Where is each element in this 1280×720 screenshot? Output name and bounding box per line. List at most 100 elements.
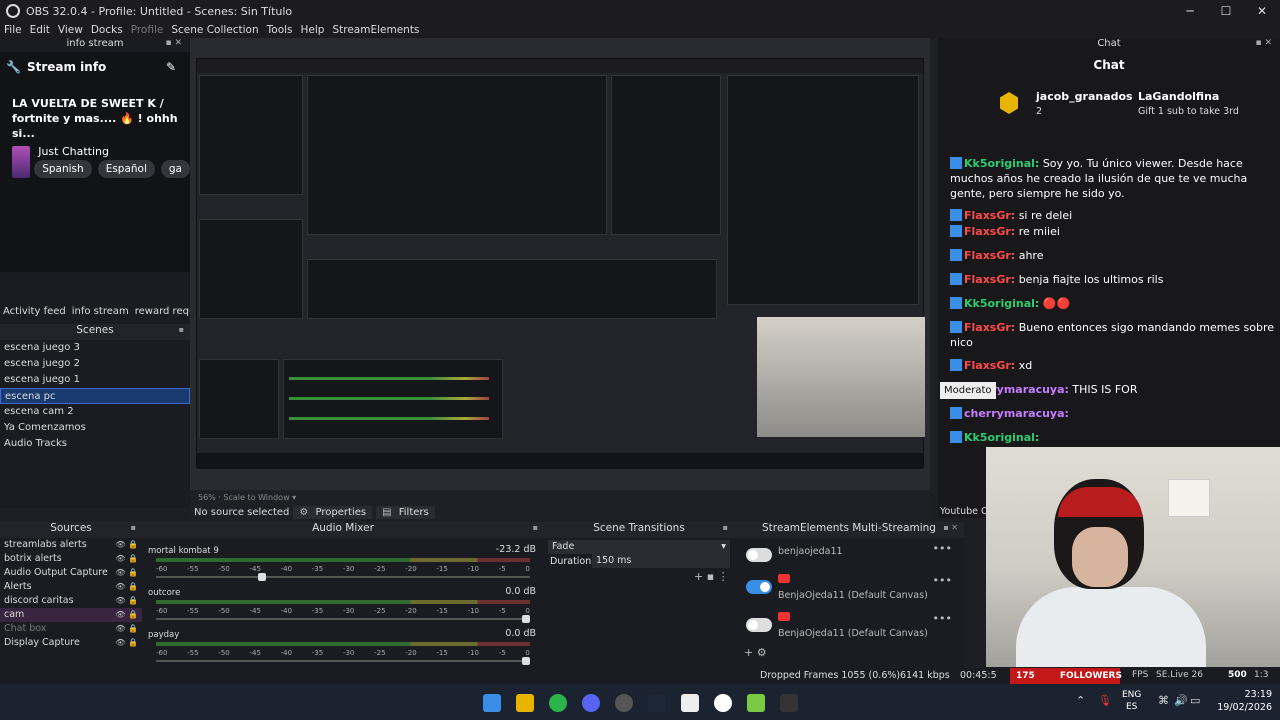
webcam-feed — [986, 447, 1280, 667]
chat-message: FlaxsGr: Bueno entonces sigo mandando me… — [950, 321, 1274, 349]
visibility-lock-icon: 👁 🔒 — [115, 610, 138, 619]
destination-name: benjaojeda11 — [778, 546, 843, 557]
epic-games-icon[interactable] — [780, 694, 798, 712]
more-options-icon[interactable]: ••• — [933, 542, 952, 555]
file-explorer-icon[interactable] — [516, 694, 534, 712]
chat-title: Chat — [1093, 58, 1125, 72]
battery-icon[interactable]: ▭ — [1190, 694, 1200, 707]
chat-message: Kk5original: 🔴🔴 — [950, 296, 1276, 311]
chrome-icon[interactable] — [549, 694, 567, 712]
meter-tick-label: -20 — [405, 565, 417, 573]
source-item[interactable]: Display Capture 👁 🔒 — [0, 636, 142, 650]
audio-mixer-header: Audio Mixer ▪ — [142, 522, 544, 538]
chat-message: cherrymaracuya: — [950, 406, 1276, 421]
tab-activity-feed[interactable]: Activity feed — [3, 306, 66, 322]
scene-item[interactable]: escena juego 1 — [0, 372, 190, 388]
duration-input[interactable]: 150 ms — [592, 554, 730, 568]
volume-slider[interactable] — [156, 573, 530, 581]
source-item[interactable]: Chat box 👁 🔒 — [0, 622, 142, 636]
windows-start-icon[interactable] — [483, 694, 501, 712]
person-shirt — [1016, 587, 1206, 667]
meter-ticks: -60 -55 -50 -45 -40 -35 -30 -25 -20 -15 -10 -5 0 — [156, 565, 530, 573]
slider-knob[interactable] — [258, 573, 267, 581]
meter-tick-label: -55 — [187, 607, 199, 615]
system-clock[interactable]: 23:19 19/02/2026 — [1217, 688, 1272, 714]
dock-close-icon[interactable]: ▪ ✕ — [165, 38, 182, 48]
scene-item[interactable]: Ya Comenzamos — [0, 420, 190, 436]
close-button[interactable]: ✕ — [1244, 0, 1280, 22]
menu-scene-collection[interactable]: Scene Collection — [171, 24, 258, 36]
add-destination-icon[interactable]: + ⚙ — [744, 646, 767, 659]
volume-slider[interactable] — [156, 657, 530, 665]
nested-stream-info — [199, 75, 303, 195]
filters-button[interactable]: ▤ Filters — [376, 505, 435, 519]
source-item[interactable]: Alerts 👁 🔒 — [0, 580, 142, 594]
preview-canvas[interactable]: 56% · Scale to Window ▾ — [190, 38, 930, 508]
steam-icon[interactable] — [648, 694, 666, 712]
tag-espanol: Español — [97, 160, 155, 178]
visibility-lock-icon: 👁 🔒 — [115, 540, 138, 549]
scene-item[interactable]: Audio Tracks — [0, 436, 190, 452]
tray-chevron-icon[interactable]: ⌃ — [1076, 694, 1085, 707]
slider-knob[interactable] — [522, 615, 530, 623]
title-bar: OBS 32.0.4 - Profile: Untitled - Scenes:… — [0, 0, 1280, 22]
menu-view[interactable]: View — [58, 24, 83, 36]
meter-tick-label: -10 — [467, 565, 479, 573]
meter-tick-label: -50 — [218, 607, 230, 615]
tab-info-stream[interactable]: info stream — [72, 306, 129, 322]
notion-icon[interactable] — [681, 694, 699, 712]
menu-file[interactable]: File — [4, 24, 22, 36]
menu-edit[interactable]: Edit — [30, 24, 50, 36]
gifter-count: 2 — [1036, 106, 1043, 117]
microphone-icon[interactable]: 🎙 — [1098, 694, 1112, 707]
scene-item-selected[interactable]: escena pc — [0, 388, 190, 404]
badge-icon — [950, 209, 962, 221]
discord-icon[interactable] — [582, 694, 600, 712]
menu-tools[interactable]: Tools — [267, 24, 293, 36]
nested-meter — [289, 377, 489, 380]
slider-knob[interactable] — [522, 657, 530, 665]
minimize-button[interactable]: ─ — [1172, 0, 1208, 22]
menu-streamelements[interactable]: StreamElements — [332, 24, 419, 36]
menu-help[interactable]: Help — [301, 24, 325, 36]
pinned-gift-banner: jacob_granados 2 LaGandolfina Gift 1 sub… — [948, 88, 1268, 122]
volume-icon[interactable]: 🔊 — [1174, 694, 1188, 707]
more-options-icon[interactable]: ••• — [933, 612, 952, 625]
source-item-selected[interactable]: cam 👁 🔒 — [0, 608, 142, 622]
chat-message: cherrymaracuya: THIS IS FOR — [950, 382, 1276, 397]
scale-mode[interactable]: Scale to Window — [223, 493, 289, 502]
meter-tick-label: -35 — [311, 649, 324, 657]
more-options-icon[interactable]: ••• — [933, 574, 952, 587]
transitions-header: Scene Transitions ▪ — [544, 522, 734, 538]
sources-header: Sources ▪ — [0, 522, 142, 538]
menu-docks[interactable]: Docks — [91, 24, 123, 36]
volume-slider[interactable] — [156, 615, 530, 623]
app-icon[interactable] — [714, 694, 732, 712]
network-icon[interactable]: ⌘ — [1158, 694, 1169, 707]
menu-profile[interactable]: Profile — [131, 24, 164, 36]
source-item[interactable]: Audio Output Capture 👁 🔒 — [0, 566, 142, 580]
scene-item[interactable]: escena cam 2 — [0, 404, 190, 420]
app-icon[interactable] — [747, 694, 765, 712]
edit-pencil-icon[interactable]: ✎ — [166, 60, 176, 74]
visibility-lock-icon: 👁 🔒 — [115, 554, 138, 563]
destination-toggle[interactable] — [746, 580, 772, 594]
obs-taskbar-icon[interactable] — [615, 694, 633, 712]
youtube-icon — [778, 612, 790, 621]
youtube-icon — [778, 574, 790, 583]
source-item[interactable]: botrix alerts 👁 🔒 — [0, 552, 142, 566]
maximize-button[interactable]: ☐ — [1208, 0, 1244, 22]
channel-name: payday — [148, 630, 180, 640]
destination-toggle[interactable] — [746, 548, 772, 562]
scene-item[interactable]: escena juego 2 — [0, 356, 190, 372]
source-item[interactable]: streamlabs alerts 👁 🔒 — [0, 538, 142, 552]
meter-tick-label: -50 — [218, 565, 230, 573]
source-item[interactable]: discord caritas 👁 🔒 — [0, 594, 142, 608]
chat-message: FlaxsGr: ahre — [950, 248, 1276, 263]
scene-item[interactable]: escena juego 3 — [0, 340, 190, 356]
transition-type-select[interactable]: Fade ▾ — [548, 540, 730, 554]
transition-controls-icon[interactable]: + ▪ ⋮ — [694, 570, 729, 583]
properties-button[interactable]: ⚙ Properties — [293, 505, 373, 519]
language-indicator[interactable]: ENG ES — [1122, 689, 1141, 713]
destination-toggle[interactable] — [746, 618, 772, 632]
